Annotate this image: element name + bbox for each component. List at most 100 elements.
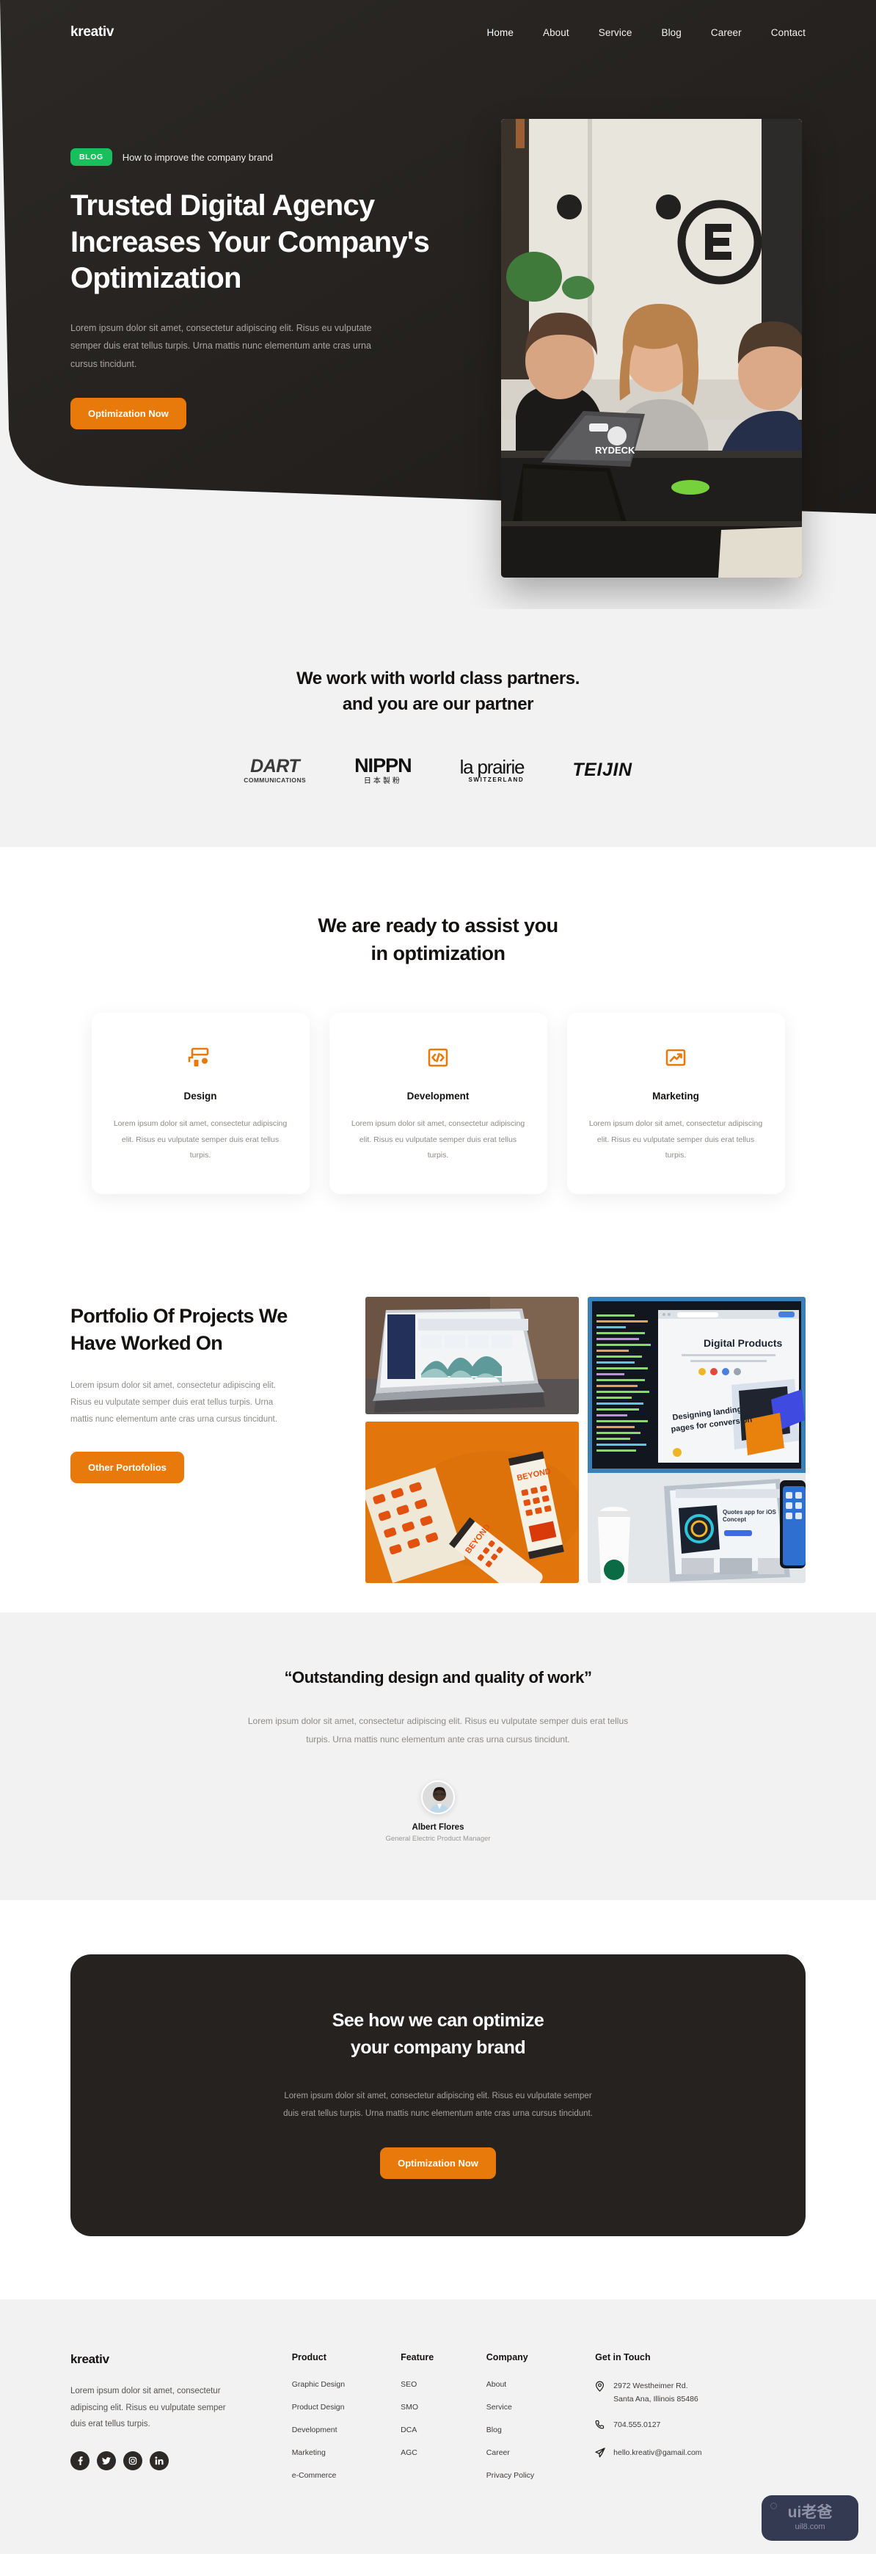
partner-logo-la-prairie-name: la prairie xyxy=(459,756,525,779)
contact-phone[interactable]: 704.555.0127 xyxy=(595,2419,806,2434)
service-card-development[interactable]: Development Lorem ipsum dolor sit amet, … xyxy=(329,1013,547,1195)
footer-contact: Get in Touch 2972 Westheimer Rd. Santa A… xyxy=(595,2352,806,2494)
footer-column-company-title: Company xyxy=(486,2352,528,2363)
footer-logo[interactable]: kreativ xyxy=(70,2352,292,2367)
footer-link-graphic-design[interactable]: Graphic Design xyxy=(292,2380,401,2389)
partner-logo-row: DART COMMUNICATIONS NIPPN 日本製粉 la prairi… xyxy=(0,754,876,785)
testimonial-role: General Electric Product Manager xyxy=(385,1835,491,1844)
nav-item-service[interactable]: Service xyxy=(599,27,632,38)
services-heading-line1: We are ready to assist you xyxy=(318,914,558,936)
blog-badge: BLOG xyxy=(70,148,112,166)
footer-column-feature: Feature SEO SMO DCA AGC xyxy=(401,2352,486,2494)
main-navigation: kreativ Home About Service Blog Career C… xyxy=(0,0,876,65)
cta-body: Lorem ipsum dolor sit amet, consectetur … xyxy=(283,2091,593,2119)
blog-caption: How to improve the company brand xyxy=(122,151,273,163)
contact-address-line1: 2972 Westheimer Rd. xyxy=(613,2382,688,2391)
cta-card: See how we can optimize your company bra… xyxy=(70,1954,806,2237)
cta-heading-line2: your company brand xyxy=(350,2037,526,2058)
footer-brand: kreativ Lorem ipsum dolor sit amet, cons… xyxy=(70,2352,292,2494)
hero-title: Trusted Digital Agency Increases Your Co… xyxy=(70,189,430,295)
service-card-marketing[interactable]: Marketing Lorem ipsum dolor sit amet, co… xyxy=(566,1013,785,1195)
avatar xyxy=(421,1780,455,1815)
footer-link-smo[interactable]: SMO xyxy=(401,2403,486,2412)
footer-column-company: Company About Service Blog Career Privac… xyxy=(486,2352,595,2494)
nav-item-blog[interactable]: Blog xyxy=(661,27,681,38)
partners-heading-line1: We work with world class partners. xyxy=(296,669,580,688)
watermark-sub: uil8.com xyxy=(795,2522,825,2532)
cta-section: See how we can optimize your company bra… xyxy=(0,1900,876,2300)
footer-link-career[interactable]: Career xyxy=(486,2448,595,2457)
contact-phone-text: 704.555.0127 xyxy=(613,2420,661,2429)
service-card-marketing-text: Lorem ipsum dolor sit amet, consectetur … xyxy=(588,1119,763,1160)
partner-logo-dart-name: DART xyxy=(250,755,300,776)
nav-links: Home About Service Blog Career Contact xyxy=(487,27,806,38)
linkedin-icon[interactable] xyxy=(150,2451,169,2471)
other-portfolios-button[interactable]: Other Portofolios xyxy=(70,1451,184,1483)
partner-logo-teijin: TEIJIN xyxy=(572,760,632,781)
social-links xyxy=(70,2451,292,2471)
testimonial-body: Lorem ipsum dolor sit amet, consectetur … xyxy=(247,1716,629,1744)
footer-about: Lorem ipsum dolor sit amet, consectetur … xyxy=(70,2387,226,2429)
partner-logo-dart-sub: COMMUNICATIONS xyxy=(244,776,307,784)
watermark-main: ui老爸 xyxy=(787,2504,833,2522)
facebook-icon[interactable] xyxy=(70,2451,90,2471)
footer-link-about[interactable]: About xyxy=(486,2380,595,2389)
paint-roller-icon xyxy=(114,1044,288,1071)
contact-address-line2: Santa Ana, Illinois 85486 xyxy=(613,2394,698,2404)
service-card-design-title: Design xyxy=(183,1091,217,1102)
service-card-marketing-title: Marketing xyxy=(652,1091,699,1102)
contact-email-text: hello.kreativ@gamail.com xyxy=(613,2448,702,2457)
services-heading-line2: in optimization xyxy=(371,942,505,964)
partner-logo-nippn-name: NIPPN xyxy=(354,754,412,776)
footer-link-seo[interactable]: SEO xyxy=(401,2380,486,2389)
landing-page: kreativ Home About Service Blog Career C… xyxy=(0,0,876,2555)
portfolio-image-dashboard[interactable] xyxy=(365,1297,579,1415)
contact-email[interactable]: hello.kreativ@gamail.com xyxy=(595,2447,806,2462)
twitter-icon[interactable] xyxy=(97,2451,116,2471)
hero-blog-pill[interactable]: BLOG How to improve the company brand xyxy=(70,148,452,166)
footer-contact-title: Get in Touch xyxy=(595,2352,651,2363)
footer-link-blog[interactable]: Blog xyxy=(486,2426,595,2434)
hero-cta-button[interactable]: Optimization Now xyxy=(70,397,186,429)
portfolio-title: Portfolio Of Projects We Have Worked On xyxy=(70,1305,288,1354)
service-card-design[interactable]: Design Lorem ipsum dolor sit amet, conse… xyxy=(91,1013,310,1195)
instagram-icon[interactable] xyxy=(123,2451,142,2471)
trending-up-icon xyxy=(589,1044,763,1071)
footer-link-marketing[interactable]: Marketing xyxy=(292,2448,401,2457)
footer-content: kreativ Lorem ipsum dolor sit amet, cons… xyxy=(70,2352,806,2494)
partners-heading: We work with world class partners. and y… xyxy=(0,666,876,718)
nav-item-contact[interactable]: Contact xyxy=(771,27,806,38)
portfolio-section: Portfolio Of Projects We Have Worked On … xyxy=(0,1245,876,1613)
partner-logo-nippn: NIPPN 日本製粉 xyxy=(354,754,412,785)
footer-link-ecommerce[interactable]: e-Commerce xyxy=(292,2471,401,2480)
footer-link-agc[interactable]: AGC xyxy=(401,2448,486,2457)
service-card-development-text: Lorem ipsum dolor sit amet, consectetur … xyxy=(351,1119,525,1160)
services-section: We are ready to assist you in optimizati… xyxy=(0,846,876,1246)
phone-icon xyxy=(595,2420,605,2434)
portfolio-image-packaging[interactable]: BEYOND BEYOND xyxy=(365,1422,579,1584)
brand-logo[interactable]: kreativ xyxy=(70,24,114,40)
contact-address-text: 2972 Westheimer Rd. Santa Ana, Illinois … xyxy=(613,2380,698,2406)
footer-link-development[interactable]: Development xyxy=(292,2426,401,2434)
svg-text:Concept: Concept xyxy=(723,1516,746,1523)
cta-heading: See how we can optimize your company bra… xyxy=(70,2007,806,2061)
hero-description: Lorem ipsum dolor sit amet, consectetur … xyxy=(70,322,372,369)
footer-column-product: Product Graphic Design Product Design De… xyxy=(292,2352,401,2494)
footer-link-service[interactable]: Service xyxy=(486,2403,595,2412)
service-card-development-title: Development xyxy=(406,1091,470,1102)
partner-logo-dart: DART COMMUNICATIONS xyxy=(244,757,306,784)
portfolio-image-workspace[interactable]: Digital Products Designing landing pages… xyxy=(588,1297,806,1584)
svg-text:Quotes app for iOS: Quotes app for iOS xyxy=(723,1509,777,1516)
footer-link-dca[interactable]: DCA xyxy=(401,2426,486,2434)
svg-text:Digital Products: Digital Products xyxy=(704,1337,783,1349)
testimonial-author: Albert Flores xyxy=(412,1823,464,1833)
nav-item-career[interactable]: Career xyxy=(711,27,742,38)
footer-link-product-design[interactable]: Product Design xyxy=(292,2403,401,2412)
footer-link-privacy-policy[interactable]: Privacy Policy xyxy=(486,2471,595,2480)
portfolio-description: Lorem ipsum dolor sit amet, consectetur … xyxy=(70,1380,277,1424)
cta-optimization-button[interactable]: Optimization Now xyxy=(380,2147,496,2180)
nav-item-home[interactable]: Home xyxy=(487,27,514,38)
nav-item-about[interactable]: About xyxy=(543,27,569,38)
code-icon xyxy=(351,1044,525,1071)
partners-section: We work with world class partners. and y… xyxy=(0,609,876,847)
